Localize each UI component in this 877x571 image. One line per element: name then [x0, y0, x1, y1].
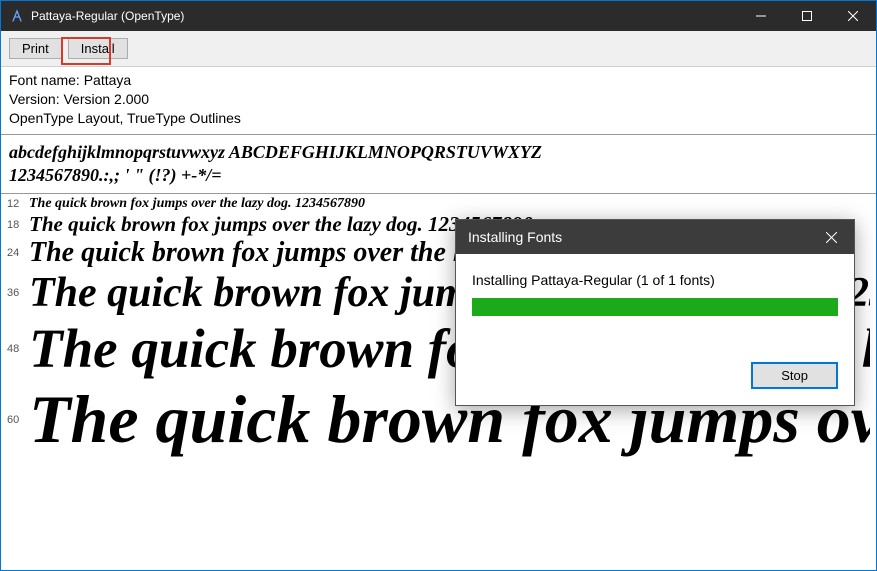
font-name-line: Font name: Pattaya	[9, 71, 868, 90]
minimize-button[interactable]	[738, 1, 784, 31]
maximize-button[interactable]	[784, 1, 830, 31]
dialog-titlebar: Installing Fonts	[456, 220, 854, 254]
preview-row: 12The quick brown fox jumps over the laz…	[1, 196, 876, 212]
digits-line: 1234567890.:,; ' " (!?) +-*/=	[9, 164, 868, 187]
progress-bar	[472, 298, 838, 316]
dialog-title: Installing Fonts	[468, 229, 809, 245]
font-app-icon	[9, 8, 25, 24]
close-button[interactable]	[830, 1, 876, 31]
preview-size-label: 48	[7, 343, 29, 355]
installing-dialog: Installing Fonts Installing Pattaya-Regu…	[455, 219, 855, 406]
print-button[interactable]: Print	[9, 38, 62, 59]
font-version-line: Version: Version 2.000	[9, 90, 868, 109]
preview-size-label: 36	[7, 287, 29, 299]
dialog-status-text: Installing Pattaya-Regular (1 of 1 fonts…	[472, 272, 838, 288]
window-title: Pattaya-Regular (OpenType)	[31, 9, 738, 23]
font-info-block: Font name: Pattaya Version: Version 2.00…	[1, 67, 876, 135]
preview-size-label: 60	[7, 414, 29, 426]
preview-sample-text: The quick brown fox jumps over the lazy …	[29, 196, 870, 212]
charset-line: abcdefghijklmnopqrstuvwxyz ABCDEFGHIJKLM…	[9, 141, 868, 164]
window-titlebar: Pattaya-Regular (OpenType)	[1, 1, 876, 31]
toolbar: Print Install	[1, 31, 876, 67]
window-controls	[738, 1, 876, 31]
preview-size-label: 12	[7, 198, 29, 210]
install-button[interactable]: Install	[68, 38, 128, 59]
charset-sample: abcdefghijklmnopqrstuvwxyz ABCDEFGHIJKLM…	[1, 135, 876, 195]
preview-size-label: 18	[7, 219, 29, 231]
dialog-close-button[interactable]	[809, 220, 854, 254]
stop-button[interactable]: Stop	[751, 362, 838, 389]
preview-size-label: 24	[7, 247, 29, 259]
font-tech-line: OpenType Layout, TrueType Outlines	[9, 109, 868, 128]
dialog-footer: Stop	[456, 332, 854, 405]
dialog-body: Installing Pattaya-Regular (1 of 1 fonts…	[456, 254, 854, 332]
